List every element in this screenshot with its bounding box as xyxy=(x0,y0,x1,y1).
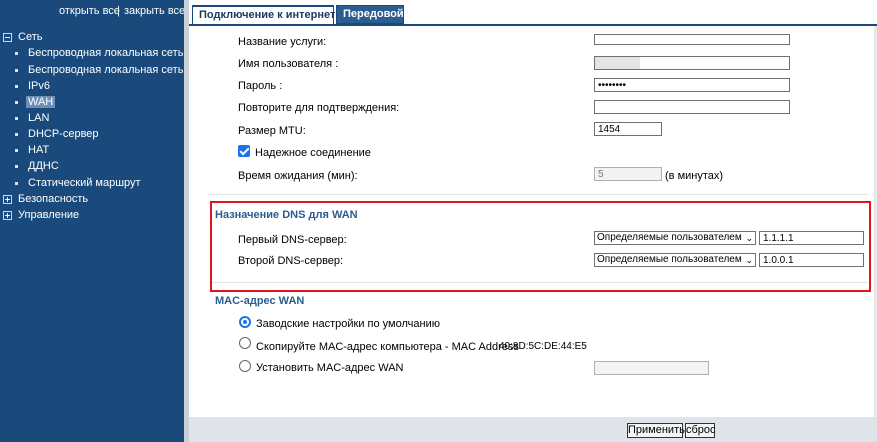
bullet-icon xyxy=(15,84,18,88)
mac-default-label: Заводские настройки по умолчанию xyxy=(256,318,440,330)
sidebar-item-label: IPv6 xyxy=(28,80,51,92)
sidebar-item-label: DHCP-сервер xyxy=(28,128,99,140)
tab-advanced[interactable]: Передовой xyxy=(336,5,404,24)
apply-button[interactable]: Применить xyxy=(627,423,685,438)
mac-set-input[interactable] xyxy=(594,361,709,375)
footer-bar xyxy=(189,417,877,442)
mac-default-radio[interactable] xyxy=(239,316,251,328)
sidebar-item-static-route[interactable]: Статический маршрут xyxy=(15,177,141,189)
password-label: Пароль : xyxy=(238,80,283,92)
tab-internet-connection[interactable]: Подключение к интернету xyxy=(192,5,342,24)
tree-security-label: Безопасность xyxy=(18,193,89,205)
sidebar-item-dhcp[interactable]: DHCP-сервер xyxy=(15,128,99,140)
bullet-icon xyxy=(15,181,18,185)
bullet-icon xyxy=(15,116,18,120)
sidebar-item-label: Статический маршрут xyxy=(28,177,141,189)
mac-clone-label: Скопируйте MAC-адрес компьютера - MAC Ad… xyxy=(256,341,519,353)
username-label: Имя пользователя : xyxy=(238,58,339,70)
reset-button[interactable]: сброс xyxy=(685,423,716,438)
tree-network-label: Сеть xyxy=(18,31,43,43)
sidebar-item-label: LAN xyxy=(28,112,50,124)
reliable-connection-label: Надежное соединение xyxy=(255,147,371,159)
confirm-password-input[interactable] xyxy=(594,100,790,114)
idle-timeout-input[interactable] xyxy=(594,167,662,181)
bullet-icon xyxy=(15,100,18,104)
dns-highlight-box xyxy=(210,201,871,292)
tree-security[interactable]: Безопасность xyxy=(3,193,88,205)
mac-section-title: MAC-адрес WAN xyxy=(215,295,305,307)
collapse-all-link[interactable]: закрыть все xyxy=(124,5,184,17)
redacted-username xyxy=(595,57,640,69)
mtu-input[interactable] xyxy=(594,122,662,136)
mac-set-radio[interactable] xyxy=(239,360,251,372)
tree-management-label: Управление xyxy=(18,209,80,221)
sidebar-item-label: ДДНС xyxy=(28,160,59,172)
bullet-icon xyxy=(15,164,18,168)
password-input[interactable] xyxy=(594,78,790,92)
tab-strip: Подключение к интернету Передовой xyxy=(189,0,877,24)
expand-icon[interactable] xyxy=(3,194,12,204)
mac-clone-value: 40:8D:5C:DE:44:E5 xyxy=(499,341,587,352)
mac-set-label: Установить MAC-адрес WAN xyxy=(256,362,404,374)
sidebar-item-wan[interactable]: WAH xyxy=(15,96,56,108)
sidebar-item-ddns[interactable]: ДДНС xyxy=(15,160,59,172)
sidebar-item-lan[interactable]: LAN xyxy=(15,112,49,124)
toolbar-separator: | xyxy=(117,5,120,17)
sidebar-item-wireless-2g[interactable]: Беспроводная локальная сеть 2, xyxy=(15,47,184,59)
tree-management[interactable]: Управление xyxy=(3,209,79,221)
sidebar-item-label: WAH xyxy=(26,96,56,108)
sidebar-item-label: HAT xyxy=(28,144,50,156)
bullet-icon xyxy=(15,148,18,152)
bullet-icon xyxy=(15,132,18,136)
sidebar-item-nat[interactable]: HAT xyxy=(15,144,49,156)
expand-all-link[interactable]: открыть все xyxy=(59,5,120,17)
expand-icon[interactable] xyxy=(3,210,12,220)
idle-timeout-label: Время ожидания (мин): xyxy=(238,170,358,182)
sidebar-item-wireless-5g[interactable]: Беспроводная локальная сеть 5G xyxy=(15,64,184,76)
tree-network[interactable]: Сеть xyxy=(3,31,42,43)
main-panel: Подключение к интернету Передовой Назван… xyxy=(189,0,877,442)
collapse-icon[interactable] xyxy=(3,32,12,42)
mtu-label: Размер MTU: xyxy=(238,125,306,137)
service-name-input[interactable] xyxy=(594,34,790,45)
sidebar-toolbar: открыть все | закрыть все xyxy=(0,0,184,22)
sidebar: открыть все | закрыть все Сеть Беспровод… xyxy=(0,0,184,442)
confirm-password-label: Повторите для подтверждения: xyxy=(238,102,400,114)
sidebar-item-ipv6[interactable]: IPv6 xyxy=(15,80,50,92)
bullet-icon xyxy=(15,51,18,55)
section-separator xyxy=(209,194,869,195)
sidebar-item-label: Беспроводная локальная сеть 2, xyxy=(28,47,184,59)
tab-underline xyxy=(189,24,877,26)
idle-timeout-unit: (в минутах) xyxy=(665,170,724,182)
bullet-icon xyxy=(15,68,18,72)
service-name-label: Название услуги: xyxy=(238,36,327,48)
reliable-connection-checkbox[interactable] xyxy=(238,145,250,157)
sidebar-item-label: Беспроводная локальная сеть 5G xyxy=(28,64,184,76)
mac-clone-radio[interactable] xyxy=(239,337,251,349)
